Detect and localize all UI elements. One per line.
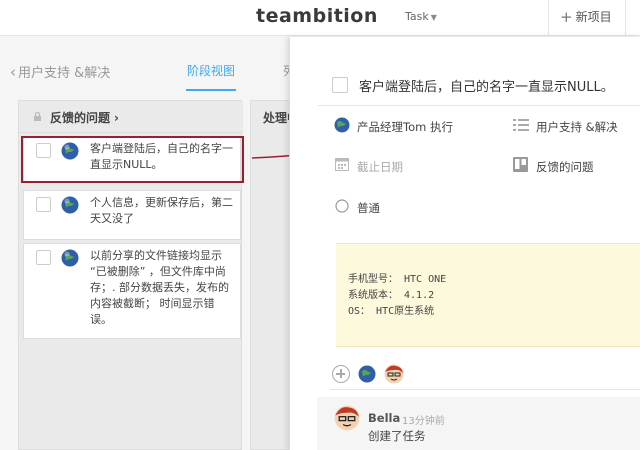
avatar-globe-icon [61,249,79,267]
priority-field[interactable]: 普通 [357,200,380,216]
executor-field[interactable]: 产品经理Tom 执行 [357,119,453,135]
lock-icon [34,112,41,121]
new-project-label: 新项目 [575,10,612,24]
back-to-project-link[interactable]: ‹ 用户支持 &解决 [10,62,110,81]
calendar-icon [335,158,349,171]
avatar-globe-icon [61,196,79,214]
divider [625,0,626,36]
avatar-globe-icon [334,117,350,133]
kanban-icon [513,157,528,172]
tab-stage-view[interactable]: 阶段视图 [187,62,235,79]
radio-icon [335,199,349,213]
task-note[interactable]: 手机型号： HTC ONE 系统版本： 4.1.2 OS： HTC原生系统 [336,243,640,347]
task-checkbox[interactable] [36,197,51,212]
members-row [330,360,640,390]
task-card[interactable]: 个人信息，更新保存后，第二天又没了 [23,190,241,240]
avatar-globe-icon[interactable] [358,365,376,383]
top-bar: teambition Task ▼ + 新项目 [0,0,640,36]
list-icon [513,119,529,131]
project-name: 用户支持 &解决 [18,66,111,81]
task-menu-label: Task [405,10,429,23]
project-field[interactable]: 用户支持 &解决 [536,119,618,135]
comment-text: 创建了任务 [368,429,426,443]
new-project-button[interactable]: + 新项目 [560,8,612,26]
task-title[interactable]: 客户端登陆后，自己的名字一直显示NULL。 [359,76,614,95]
task-card-text: 以前分享的文件链接均显示 “已被删除” ，但文件库中尚存；. 部分数据丢失，发布… [90,249,229,326]
note-line: OS： HTC原生系统 [348,306,435,317]
active-tab-indicator [186,89,236,91]
avatar [334,405,360,431]
stage-header[interactable]: 反馈的问题 › [19,101,243,133]
stage-title-text: 反馈的问题 [50,111,111,125]
note-line: 手机型号： HTC ONE [348,274,447,285]
chevron-left-icon: ‹ [10,63,16,81]
highlight-box [21,136,244,183]
task-done-checkbox[interactable] [332,77,348,93]
task-title-row: 客户端登陆后，自己的名字一直显示NULL。 [318,64,640,106]
stage-title: 反馈的问题 › [50,109,119,126]
note-line: 系统版本： 4.1.2 [348,290,435,301]
stage-field[interactable]: 反馈的问题 [536,159,594,175]
add-member-icon[interactable] [332,365,350,383]
task-checkbox[interactable] [36,250,51,265]
due-date-field[interactable]: 截止日期 [357,159,403,175]
task-detail-panel: 客户端登陆后，自己的名字一直显示NULL。 产品经理Tom 执行 用户支持 &解… [289,37,640,450]
chevron-right-icon: › [114,111,119,125]
comment-time: 13分钟前 [402,416,445,427]
task-card[interactable]: 以前分享的文件链接均显示 “已被删除” ，但文件库中尚存；. 部分数据丢失，发布… [23,243,241,339]
chevron-down-icon: ▼ [430,13,437,22]
comment-author[interactable]: Bella [368,411,400,425]
activity-item [317,397,640,450]
divider [548,0,549,36]
task-menu[interactable]: Task ▼ [405,10,437,23]
app-logo[interactable]: teambition [256,5,378,27]
plus-icon: + [560,8,573,26]
avatar[interactable] [384,364,404,384]
task-card-text: 个人信息，更新保存后，第二天又没了 [90,196,233,225]
